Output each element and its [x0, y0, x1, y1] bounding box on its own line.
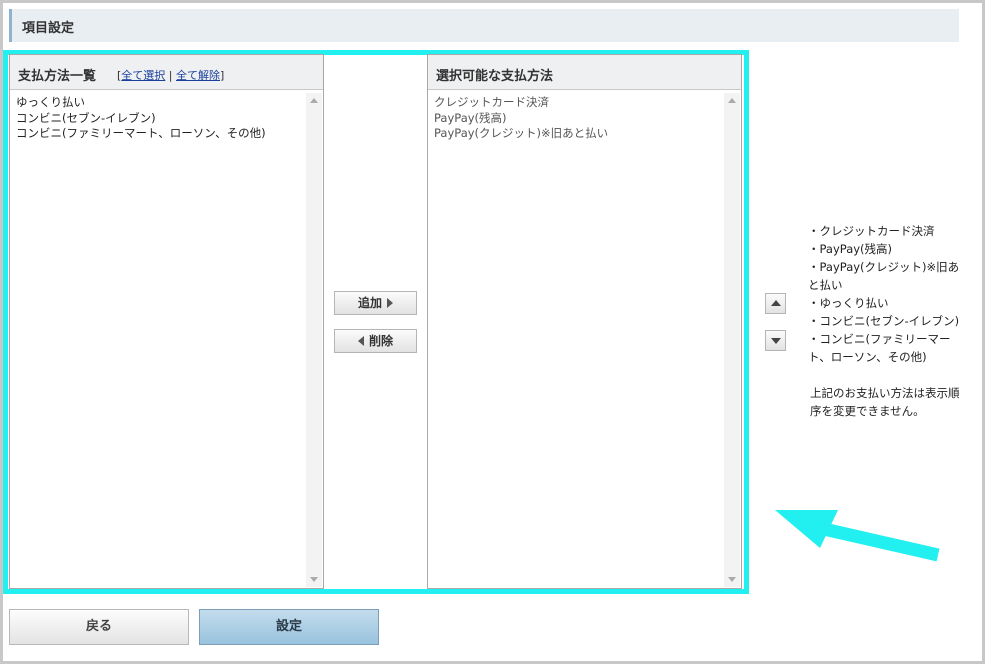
order-list-item: ・コンビニ(セブン-イレブン)	[808, 314, 960, 328]
payment-methods-panel: 支払方法一覧 [全て選択 | 全て解除] ゆっくり払い コンビニ(セブン-イレブン…	[9, 54, 324, 589]
listbox-items: クレジットカード決済 PayPay(残高) PayPay(クレジット)※旧あと払い	[434, 95, 608, 142]
scroll-up-icon[interactable]	[310, 98, 318, 103]
panel-title: 支払方法一覧	[18, 69, 97, 84]
deselect-all-link[interactable]: 全て解除	[176, 69, 220, 82]
scrollbar[interactable]	[724, 93, 740, 587]
order-list-item: ・PayPay(残高)	[808, 242, 893, 256]
order-list-item: ・クレジットカード決済	[808, 224, 935, 238]
panel-header: 支払方法一覧 [全て選択 | 全て解除]	[10, 55, 323, 90]
section-title: 項目設定	[22, 21, 75, 36]
order-list-item: ・PayPay(クレジット)※旧あと払い	[808, 260, 960, 292]
list-item[interactable]: クレジットカード決済	[434, 95, 608, 111]
order-list-item: ・ゆっくり払い	[808, 296, 889, 310]
back-button[interactable]: 戻る	[9, 609, 189, 645]
select-all-link[interactable]: 全て選択	[121, 69, 165, 82]
add-button-label: 追加	[357, 296, 382, 310]
list-item[interactable]: ゆっくり払い	[16, 95, 266, 111]
move-down-button[interactable]	[765, 330, 786, 351]
list-item[interactable]: PayPay(残高)	[434, 111, 608, 127]
pointer-arrow-icon	[775, 510, 940, 562]
panel-title: 選択可能な支払方法	[436, 69, 554, 84]
list-item[interactable]: コンビニ(ファミリーマート、ローソン、その他)	[16, 126, 266, 142]
order-note: 上記のお支払い方法は表示順序を変更できません。	[810, 386, 960, 418]
list-item[interactable]: PayPay(クレジット)※旧あと払い	[434, 126, 608, 142]
scroll-up-icon[interactable]	[728, 98, 736, 103]
scroll-down-icon[interactable]	[728, 577, 736, 582]
scroll-down-icon[interactable]	[310, 577, 318, 582]
section-header: 項目設定	[9, 9, 959, 42]
delete-button-label: 削除	[368, 334, 393, 348]
select-links: [全て選択 | 全て解除]	[117, 67, 224, 83]
display-order-list: ・クレジットカード決済 ・PayPay(残高) ・PayPay(クレジット)※旧あと…	[808, 222, 968, 366]
triangle-down-icon	[771, 338, 781, 344]
listbox-items: ゆっくり払い コンビニ(セブン-イレブン) コンビニ(ファミリーマート、ローソン、そ…	[16, 95, 266, 142]
triangle-right-icon	[387, 298, 393, 308]
move-up-button[interactable]	[765, 293, 786, 314]
payment-methods-listbox[interactable]: ゆっくり払い コンビニ(セブン-イレブン) コンビニ(ファミリーマート、ローソン、そ…	[10, 92, 323, 588]
submit-button[interactable]: 設定	[199, 609, 379, 645]
triangle-left-icon	[357, 336, 364, 346]
order-list-item: ・コンビニ(ファミリーマート、ローソン、その他)	[808, 332, 951, 364]
bracket-close: ]	[220, 69, 225, 82]
available-methods-panel: 選択可能な支払方法 クレジットカード決済 PayPay(残高) PayPay(クレジ…	[427, 54, 742, 589]
scrollbar[interactable]	[306, 93, 322, 587]
delete-button[interactable]: 削除	[334, 329, 417, 353]
add-button[interactable]: 追加	[334, 291, 417, 315]
panel-header: 選択可能な支払方法	[428, 55, 741, 90]
list-item[interactable]: コンビニ(セブン-イレブン)	[16, 111, 266, 127]
link-separator: |	[168, 69, 173, 82]
available-methods-listbox[interactable]: クレジットカード決済 PayPay(残高) PayPay(クレジット)※旧あと払い	[428, 92, 741, 588]
triangle-up-icon	[771, 300, 781, 306]
